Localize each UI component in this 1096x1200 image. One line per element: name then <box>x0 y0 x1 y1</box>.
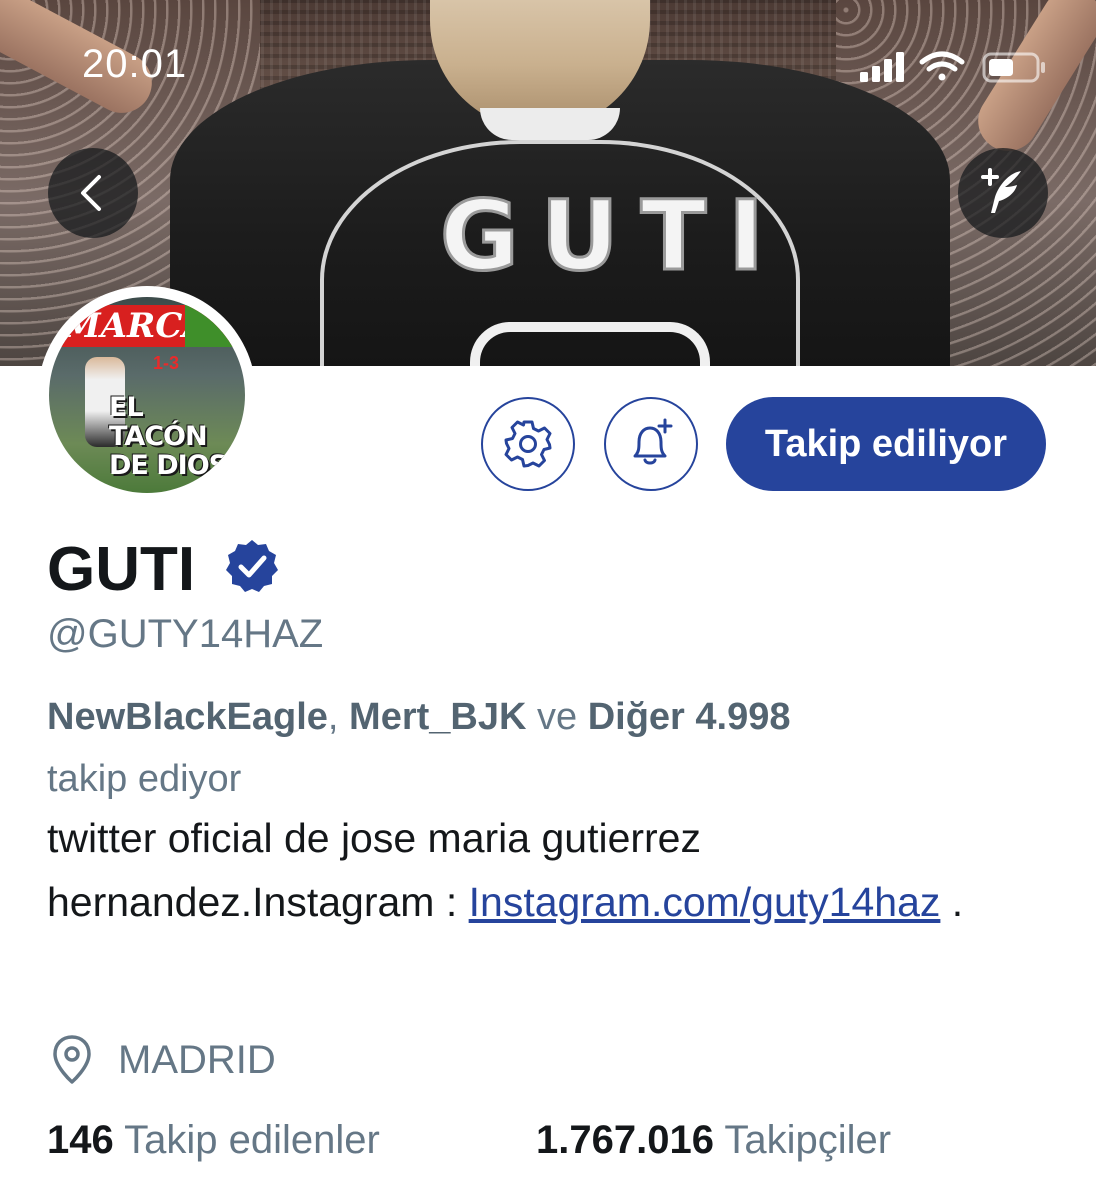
profile-bio: twitter oficial de jose maria gutierrez … <box>47 806 1057 934</box>
followed-by-separator: , <box>327 696 350 738</box>
notifications-button[interactable] <box>604 397 698 491</box>
followers-stat[interactable]: 1.767.016 Takipçiler <box>536 1118 891 1163</box>
chevron-left-icon <box>81 175 101 211</box>
profile-settings-button[interactable] <box>481 397 575 491</box>
followed-by-summary[interactable]: NewBlackEagle, Mert_BJK ve Diğer 4.998 t… <box>47 686 1047 810</box>
location-pin-icon <box>53 1035 91 1084</box>
banner-jersey-number <box>470 322 710 366</box>
bell-plus-icon <box>633 418 673 465</box>
signal-icon <box>860 52 904 82</box>
following-label: Takip edilenler <box>124 1118 380 1162</box>
follower-link-1[interactable]: NewBlackEagle <box>47 696 328 738</box>
compose-tweet-icon <box>981 168 1021 213</box>
avatar-headline: EL TACÓN DE DIOS <box>109 392 228 481</box>
compose-tweet-button[interactable] <box>958 148 1048 238</box>
avatar-masthead-stripe <box>185 305 245 347</box>
follower-link-2[interactable]: Mert_BJK <box>349 696 526 738</box>
wifi-icon <box>919 51 965 81</box>
bio-instagram-link[interactable]: Instagram.com/guty14haz <box>469 879 941 925</box>
follower-others-link[interactable]: Diğer 4.998 <box>588 696 791 738</box>
following-count: 146 <box>47 1118 114 1162</box>
followed-by-connector: ve <box>526 696 588 738</box>
profile-avatar[interactable]: MARCA 1-3 EL TACÓN DE DIOS <box>38 286 256 504</box>
followed-by-suffix: takip ediyor <box>47 758 242 800</box>
following-stat[interactable]: 146 Takip edilenler <box>47 1118 380 1163</box>
back-button[interactable] <box>48 148 138 238</box>
followers-label: Takipçiler <box>724 1118 892 1162</box>
bio-trailing: . <box>940 879 964 925</box>
status-time: 20:01 <box>82 42 188 86</box>
banner-jersey-name: GUTI <box>439 179 786 294</box>
verified-badge-icon <box>226 540 278 592</box>
battery-icon <box>982 52 1045 83</box>
status-icons <box>856 48 1056 88</box>
username-handle: @GUTY14HAZ <box>47 612 324 656</box>
avatar-score: 1-3 <box>153 353 180 373</box>
display-name: GUTI <box>47 535 196 604</box>
profile-location: MADRID <box>50 1034 276 1086</box>
location-text: MADRID <box>118 1037 276 1082</box>
followers-count: 1.767.016 <box>536 1118 714 1162</box>
avatar-image: MARCA 1-3 EL TACÓN DE DIOS <box>49 297 245 493</box>
gear-icon <box>504 420 552 468</box>
following-button[interactable]: Takip ediliyor <box>726 397 1046 491</box>
banner-collar <box>480 108 620 140</box>
